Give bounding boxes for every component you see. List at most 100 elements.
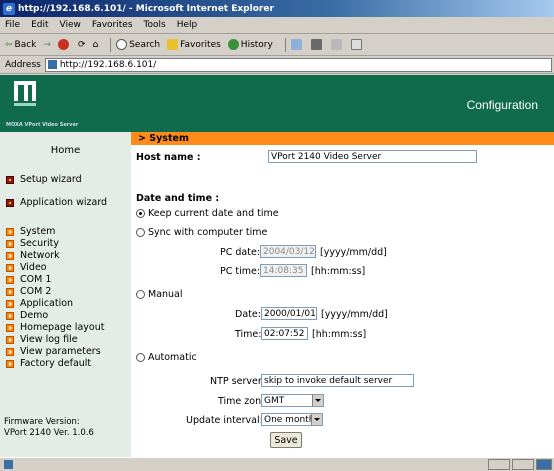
menu-view[interactable]: View xyxy=(60,20,81,30)
radio-automatic[interactable]: Automatic xyxy=(136,352,197,363)
arrow-box-icon xyxy=(6,311,14,320)
window-title: http://192.168.6.101/ - Microsoft Intern… xyxy=(18,3,274,14)
logo-subtitle: MOXA VPort Video Server xyxy=(6,122,79,128)
main-content: > System Host name : VPort 2140 Video Se… xyxy=(131,132,554,457)
refresh-icon: ⟳ xyxy=(77,39,86,50)
date-label: Date: xyxy=(235,309,261,320)
address-label: Address xyxy=(5,59,41,70)
sidebar-item-network[interactable]: Network xyxy=(6,250,60,261)
arrow-box-icon xyxy=(6,299,14,308)
sidebar-item-view-parameters[interactable]: View parameters xyxy=(6,346,101,357)
radio-button[interactable] xyxy=(136,290,145,299)
page-viewport: MOXA VPort Video Server Configuration Ho… xyxy=(0,75,554,457)
menu-favorites[interactable]: Favorites xyxy=(92,20,133,30)
browser-toolbar: ⇦ Back → ⟳ ⌂ Search Favorites History xyxy=(0,34,554,56)
arrow-box-icon xyxy=(6,347,14,356)
firmware-info: Firmware Version: VPort 2140 Ver. 1.0.6 xyxy=(4,417,94,439)
sidebar: Home Setup wizard Application wizard Sys… xyxy=(0,132,131,457)
discuss-icon xyxy=(350,39,362,50)
back-button[interactable]: ⇦ Back xyxy=(5,40,36,50)
time-zone-select[interactable]: GMT xyxy=(261,394,324,407)
pc-date-label: PC date: xyxy=(220,247,261,258)
config-heading: Configuration xyxy=(466,98,538,112)
host-name-input[interactable]: VPort 2140 Video Server xyxy=(268,150,477,163)
firmware-label: Firmware Version: xyxy=(4,417,80,427)
sidebar-item-application[interactable]: Application xyxy=(6,298,73,309)
arrow-box-icon xyxy=(6,335,14,344)
sidebar-item-factory-default[interactable]: Factory default xyxy=(6,358,91,369)
arrow-box-icon xyxy=(6,239,14,248)
history-icon xyxy=(227,39,239,50)
sidebar-item-setup-wizard[interactable]: Setup wizard xyxy=(6,174,82,185)
firmware-value: VPort 2140 Ver. 1.0.6 xyxy=(4,428,94,438)
arrow-box-icon xyxy=(6,323,14,332)
search-icon xyxy=(116,39,128,50)
pc-time-input[interactable]: 14:08:35 xyxy=(260,264,307,277)
sidebar-item-security[interactable]: Security xyxy=(6,238,59,249)
pc-date-input[interactable]: 2004/03/12 xyxy=(260,245,316,258)
radio-button[interactable] xyxy=(136,353,145,362)
back-arrow-icon: ⇦ xyxy=(5,39,13,50)
arrow-box-icon xyxy=(6,287,14,296)
menu-help[interactable]: Help xyxy=(177,20,198,30)
chevron-down-icon xyxy=(312,395,323,406)
stop-button[interactable] xyxy=(57,39,71,50)
pc-date-format: [yyyy/mm/dd] xyxy=(320,247,387,258)
forward-arrow-icon: → xyxy=(43,39,51,50)
date-format: [yyyy/mm/dd] xyxy=(321,309,388,320)
mail-icon xyxy=(290,39,302,50)
toolbar-divider xyxy=(284,37,286,52)
star-box-icon xyxy=(6,198,14,207)
sidebar-item-video[interactable]: Video xyxy=(6,262,47,273)
sidebar-item-com2[interactable]: COM 2 xyxy=(6,286,51,297)
favorites-button[interactable]: Favorites xyxy=(167,39,221,50)
date-input[interactable]: 2000/01/01 xyxy=(261,307,317,320)
ntp-server-label: NTP server: xyxy=(210,376,265,387)
arrow-box-icon xyxy=(6,263,14,272)
ntp-server-input[interactable]: skip to invoke default server xyxy=(261,374,414,387)
sidebar-item-com1[interactable]: COM 1 xyxy=(6,274,51,285)
window-titlebar: e http://192.168.6.101/ - Microsoft Inte… xyxy=(0,0,554,17)
forward-button[interactable]: → xyxy=(43,40,51,50)
update-interval-select[interactable]: One month xyxy=(261,413,323,426)
page-icon xyxy=(47,60,57,69)
home-icon: ⌂ xyxy=(92,39,99,50)
moxa-logo xyxy=(12,79,38,114)
edit-button[interactable] xyxy=(330,39,344,50)
time-format: [hh:mm:ss] xyxy=(312,329,367,340)
moxa-logo-icon xyxy=(14,81,36,106)
sidebar-item-home[interactable]: Home xyxy=(0,145,131,156)
sidebar-item-demo[interactable]: Demo xyxy=(6,310,48,321)
radio-sync-computer[interactable]: Sync with computer time xyxy=(136,227,267,238)
time-input[interactable]: 02:07:52 xyxy=(261,327,308,340)
save-button[interactable]: Save xyxy=(270,432,302,448)
chevron-down-icon xyxy=(311,414,322,425)
sidebar-item-homepage-layout[interactable]: Homepage layout xyxy=(6,322,104,333)
discuss-button[interactable] xyxy=(350,39,364,50)
menu-edit[interactable]: Edit xyxy=(31,20,48,30)
pc-time-label: PC time: xyxy=(220,266,261,277)
sidebar-item-application-wizard[interactable]: Application wizard xyxy=(6,197,107,208)
print-button[interactable] xyxy=(310,39,324,50)
arrow-box-icon xyxy=(6,251,14,260)
history-button[interactable]: History xyxy=(227,39,273,50)
toolbar-divider xyxy=(110,37,112,52)
search-button[interactable]: Search xyxy=(116,39,160,50)
zone-icon xyxy=(536,459,552,470)
radio-manual[interactable]: Manual xyxy=(136,289,183,300)
radio-button[interactable] xyxy=(136,209,145,218)
mail-button[interactable] xyxy=(290,39,304,50)
radio-button[interactable] xyxy=(136,228,145,237)
refresh-button[interactable]: ⟳ xyxy=(78,40,86,50)
menu-file[interactable]: File xyxy=(5,20,20,30)
radio-keep-current[interactable]: Keep current date and time xyxy=(136,208,279,219)
sidebar-item-system[interactable]: System xyxy=(6,226,55,237)
status-panes xyxy=(486,459,552,470)
section-title: > System xyxy=(131,132,554,145)
home-button[interactable]: ⌂ xyxy=(93,40,99,50)
menu-tools[interactable]: Tools xyxy=(144,20,166,30)
sidebar-item-view-log-file[interactable]: View log file xyxy=(6,334,78,345)
page-status-icon xyxy=(4,460,13,469)
address-input[interactable]: http://192.168.6.101/ xyxy=(44,57,552,72)
status-pane xyxy=(488,459,510,470)
